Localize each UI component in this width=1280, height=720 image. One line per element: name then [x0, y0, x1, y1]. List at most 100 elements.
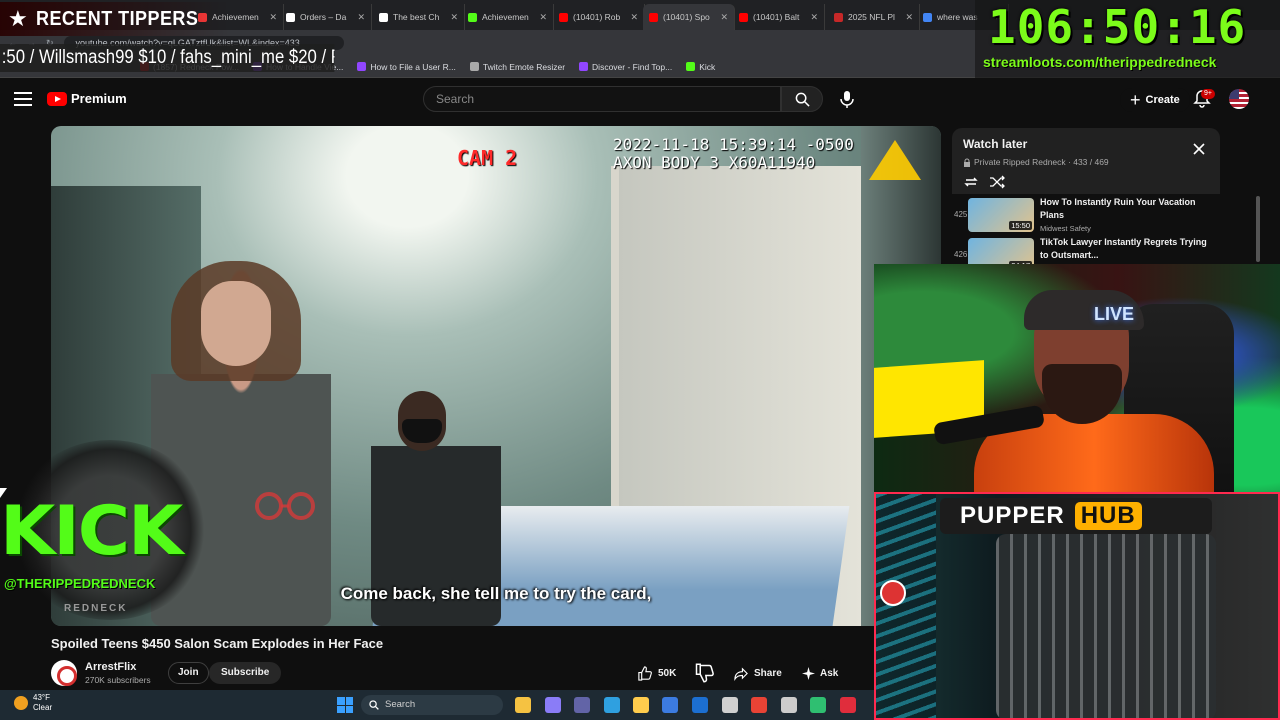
browser-tab[interactable]: (10401) Spo ✕ [643, 4, 735, 30]
app-icon-2[interactable] [810, 697, 826, 713]
tab-close-icon[interactable]: ✕ [539, 12, 547, 23]
start-button[interactable] [337, 697, 353, 713]
weather-text: 43°F Clear [33, 693, 52, 713]
bookmark-label: Kick [699, 61, 716, 72]
account-avatar[interactable] [1229, 89, 1249, 109]
bookmark-favicon-icon [579, 62, 589, 71]
close-icon[interactable] [1192, 142, 1206, 156]
browser-tab[interactable]: Achievemen ✕ [462, 4, 554, 30]
teams-icon[interactable] [574, 697, 590, 713]
browser-tab[interactable]: Orders – Da ✕ [280, 4, 372, 30]
share-icon [734, 666, 748, 681]
watch-later-list: 425 15:50 How To Instantly Ruin Your Vacat… [952, 194, 1220, 272]
file-explorer-icon[interactable] [515, 697, 531, 713]
share-button[interactable]: Share [734, 662, 782, 684]
kick-handle: @THERIPPEDREDNECK [4, 576, 156, 591]
outlook-icon[interactable] [692, 697, 708, 713]
tab-label: (10401) Spo [663, 12, 710, 22]
browser-tab[interactable]: (10401) Balt ✕ [733, 4, 825, 30]
tab-favicon-icon [834, 12, 843, 22]
recent-tippers-ticker: :50 / Willsmash99 $10 / fahs_mini_me $20… [0, 44, 335, 72]
star-icon: ★ [8, 6, 28, 31]
playlist-item-title[interactable]: TikTok Lawyer Instantly Regrets Trying t… [1040, 236, 1208, 262]
bookmark-item[interactable]: Kick [686, 62, 715, 72]
thumbs-up-icon [638, 665, 652, 681]
shuffle-icon[interactable] [989, 175, 1005, 189]
channel-avatar[interactable] [51, 660, 77, 686]
tab-favicon-icon [468, 12, 477, 22]
browser-tab[interactable]: (10401) Rob ✕ [553, 4, 645, 30]
menu-icon[interactable] [14, 92, 32, 106]
bodycam-timestamp: 2022-11-18 15:39:14 -0500 AXON BODY 3 X6… [613, 135, 854, 172]
thumbs-down-icon[interactable] [694, 663, 714, 683]
tab-label: The best Ch [393, 12, 440, 22]
video-scene-person-left-face [201, 281, 271, 366]
playlist-item-duration: 15:50 [1009, 221, 1032, 230]
share-label: Share [754, 667, 782, 679]
like-button[interactable]: 50K [637, 662, 676, 684]
channel-name[interactable]: ArrestFlix [85, 661, 136, 673]
tab-close-icon[interactable]: ✕ [905, 12, 913, 23]
notification-count-badge: 9+ [1201, 89, 1215, 99]
ask-label: Ask [820, 667, 839, 679]
tab-close-icon[interactable]: ✕ [810, 12, 818, 23]
tab-favicon-icon [739, 12, 748, 22]
mouse-cursor [0, 488, 7, 498]
search-icon [795, 92, 810, 107]
video-scene-face-mask [402, 419, 442, 443]
app-icon-3[interactable] [840, 697, 856, 713]
youtube-logo[interactable]: Premium [47, 91, 127, 106]
tab-label: 2025 NFL Pl [848, 12, 895, 22]
pupper-logo-icon [880, 580, 906, 606]
search-button[interactable] [781, 86, 823, 112]
scrollbar[interactable] [1256, 196, 1260, 262]
like-count: 50K [658, 667, 677, 679]
app-icon-1[interactable] [781, 697, 797, 713]
tab-close-icon[interactable]: ✕ [357, 12, 365, 23]
tab-close-icon[interactable]: ✕ [450, 12, 458, 23]
join-button[interactable]: Join [168, 662, 209, 684]
bookmark-item[interactable]: How to File a User R... [357, 62, 456, 72]
kick-badge-subtext: REDNECK [64, 603, 128, 614]
folder-icon[interactable] [633, 697, 649, 713]
search-input[interactable]: Search [423, 86, 781, 112]
create-button[interactable]: + Create [1120, 88, 1190, 112]
bookmark-label: Discover - Find Top... [592, 61, 673, 72]
playlist-item-title[interactable]: How To Instantly Ruin Your Vacation Plan… [1040, 196, 1208, 222]
voice-search-icon[interactable] [836, 88, 858, 110]
bookmark-item[interactable]: Discover - Find Top... [579, 62, 672, 72]
streamer-webcam: LIVE [874, 264, 1280, 492]
playlist-item-index: 426 [954, 250, 968, 259]
weather-temp: 43°F [33, 693, 50, 702]
watch-later-title[interactable]: Watch later [963, 137, 1027, 151]
store-icon[interactable] [662, 697, 678, 713]
browser-tab[interactable]: 2025 NFL Pl ✕ [828, 4, 920, 30]
weather-widget[interactable]: 43°F Clear [14, 693, 52, 713]
subscribe-button[interactable]: Subscribe [209, 662, 282, 684]
create-label: Create [1145, 94, 1180, 106]
copilot-icon[interactable] [545, 697, 561, 713]
tab-close-icon[interactable]: ✕ [720, 12, 728, 23]
led-lights [876, 494, 936, 718]
watch-later-meta: Private Ripped Redneck · 433 / 469 [974, 157, 1109, 167]
browser-tab[interactable]: The best Ch ✕ [373, 4, 465, 30]
tab-close-icon[interactable]: ✕ [630, 12, 638, 23]
taskbar-search[interactable]: Search [361, 695, 503, 715]
tab-favicon-icon [379, 12, 388, 22]
bookmark-item[interactable]: Twitch Emote Resizer [469, 62, 565, 72]
edge-icon[interactable] [604, 697, 620, 713]
tab-close-icon[interactable]: ✕ [269, 12, 277, 23]
bookmark-label: How to File a User R... [370, 61, 456, 72]
youtube-header: Premium Search + Create 9+ [0, 80, 1280, 120]
ask-button[interactable]: Ask [802, 662, 838, 684]
obs-icon[interactable] [722, 697, 738, 713]
lock-icon [964, 158, 970, 167]
playlist-item-thumbnail[interactable]: 15:50 [968, 198, 1034, 232]
tab-favicon-icon [923, 12, 932, 22]
loop-icon[interactable] [963, 175, 979, 189]
search-icon [369, 700, 379, 710]
playlist-item[interactable]: 425 15:50 How To Instantly Ruin Your Vacat… [952, 196, 1212, 236]
pupper-hub-word-1: PUPPER [960, 502, 1065, 529]
chrome-icon[interactable] [751, 697, 767, 713]
video-title: Spoiled Teens $450 Salon Scam Explodes i… [51, 636, 384, 651]
